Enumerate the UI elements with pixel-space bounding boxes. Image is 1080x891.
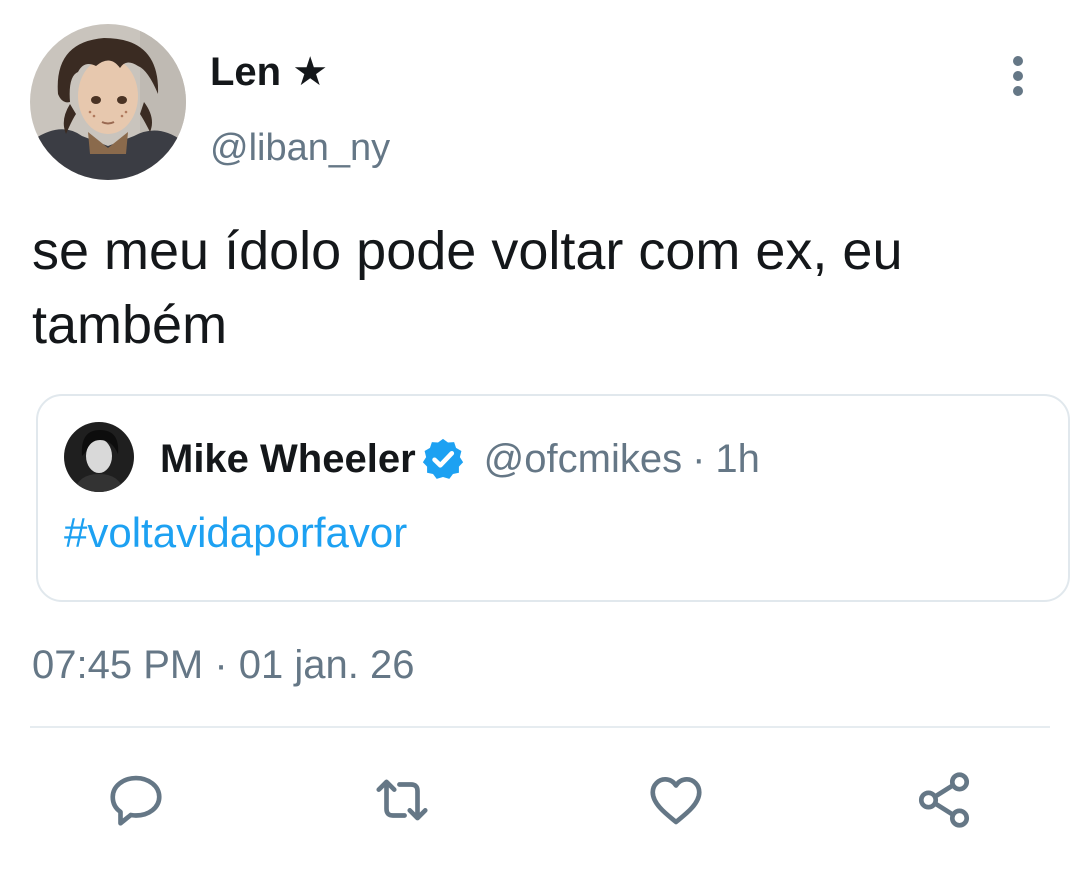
quoted-tweet-time: 1h [715, 436, 760, 481]
quoted-hashtag-link[interactable]: #voltavidaporfavor [64, 506, 407, 560]
author-handle[interactable]: @liban_ny [210, 124, 390, 172]
avatar-photo [64, 422, 134, 492]
quoted-author-name[interactable]: Mike Wheeler [160, 437, 416, 482]
avatar-illustration [30, 24, 186, 180]
like-icon [650, 777, 702, 825]
more-options-button[interactable] [996, 50, 1040, 102]
divider [30, 726, 1050, 728]
tweet-timestamp: 07:45 PM · 01 jan. 26 [32, 643, 415, 687]
like-button[interactable] [642, 766, 710, 834]
retweet-icon [376, 779, 428, 821]
separator-dot: · [692, 436, 706, 481]
reply-icon [110, 775, 162, 826]
author-avatar[interactable] [30, 24, 186, 180]
tweet-text: se meu ídolo pode voltar com ex, eu tamb… [32, 221, 903, 355]
share-button[interactable] [910, 766, 978, 834]
more-vertical-icon [1013, 56, 1023, 96]
share-icon [918, 772, 970, 828]
verified-badge-icon [422, 438, 463, 479]
quoted-author-handle[interactable]: @ofcmikes [484, 437, 682, 482]
reply-button[interactable] [102, 766, 170, 834]
quoted-tweet-card[interactable]: Mike Wheeler @ofcmikes · 1h #voltavidapo… [36, 394, 1070, 602]
quoted-author-avatar[interactable] [64, 422, 134, 492]
retweet-button[interactable] [368, 766, 436, 834]
author-display-name[interactable]: Len ★ [210, 48, 328, 96]
